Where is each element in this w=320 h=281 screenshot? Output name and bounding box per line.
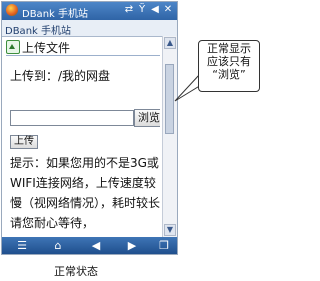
status-icons: ⇄ Ÿ ◀ ✕ — [124, 4, 173, 16]
page-content: 上传文件 上传到：/我的网盘 浏览 上传 提示：如果您用的不是3G或WIFI连接… — [2, 36, 160, 237]
callout-line: “浏览” — [212, 68, 246, 81]
upload-button[interactable]: 上传 — [10, 135, 38, 149]
back-icon[interactable]: ◀ — [84, 237, 108, 254]
home-icon[interactable]: ⌂ — [46, 237, 70, 254]
url-text: DBank 手机站 — [5, 26, 71, 37]
windows-start-icon[interactable] — [6, 4, 18, 16]
scroll-down-icon[interactable]: ▼ — [164, 224, 176, 236]
section-title: 上传文件 — [22, 41, 71, 55]
callout-line: 应该只有 — [207, 55, 251, 68]
forward-icon[interactable]: ▶ — [120, 237, 144, 254]
upload-destination: 上传到：/我的网盘 — [10, 69, 111, 83]
scroll-up-icon[interactable]: ▲ — [164, 37, 176, 49]
bottom-toolbar: ☰ ⌂ ◀ ▶ ❐ — [2, 237, 177, 254]
windows-icon[interactable]: ❐ — [152, 237, 176, 254]
network-icon[interactable]: ⇄ — [124, 4, 134, 16]
scroll-thumb[interactable] — [165, 64, 174, 134]
browse-button[interactable]: 浏览 — [134, 109, 160, 127]
file-path-input[interactable] — [10, 110, 134, 126]
figure-caption: 正常状态 — [54, 265, 98, 278]
status-bar-title: DBank 手机站 — [22, 9, 88, 20]
callout-line: 正常显示 — [207, 42, 251, 55]
phone-screen: DBank 手机站 ⇄ Ÿ ◀ ✕ DBank 手机站 上传文件 上传到：/我的… — [1, 1, 178, 255]
vertical-scrollbar[interactable]: ▲ ▼ — [162, 36, 177, 237]
hint-text: 提示：如果您用的不是3G或WIFI连接网络，上传速度较慢（视网络情况），耗时较长… — [10, 156, 160, 230]
status-bar: DBank 手机站 ⇄ Ÿ ◀ ✕ — [2, 2, 177, 20]
annotation-callout: 正常显示 应该只有 “浏览” — [198, 40, 260, 92]
url-bar[interactable]: DBank 手机站 — [2, 20, 177, 37]
section-header: 上传文件 — [6, 39, 160, 56]
close-icon[interactable]: ✕ — [163, 4, 173, 16]
upload-icon — [6, 40, 20, 54]
menu-icon[interactable]: ☰ — [10, 237, 34, 254]
volume-icon[interactable]: ◀ — [150, 4, 160, 16]
signal-icon[interactable]: Ÿ — [137, 4, 147, 16]
